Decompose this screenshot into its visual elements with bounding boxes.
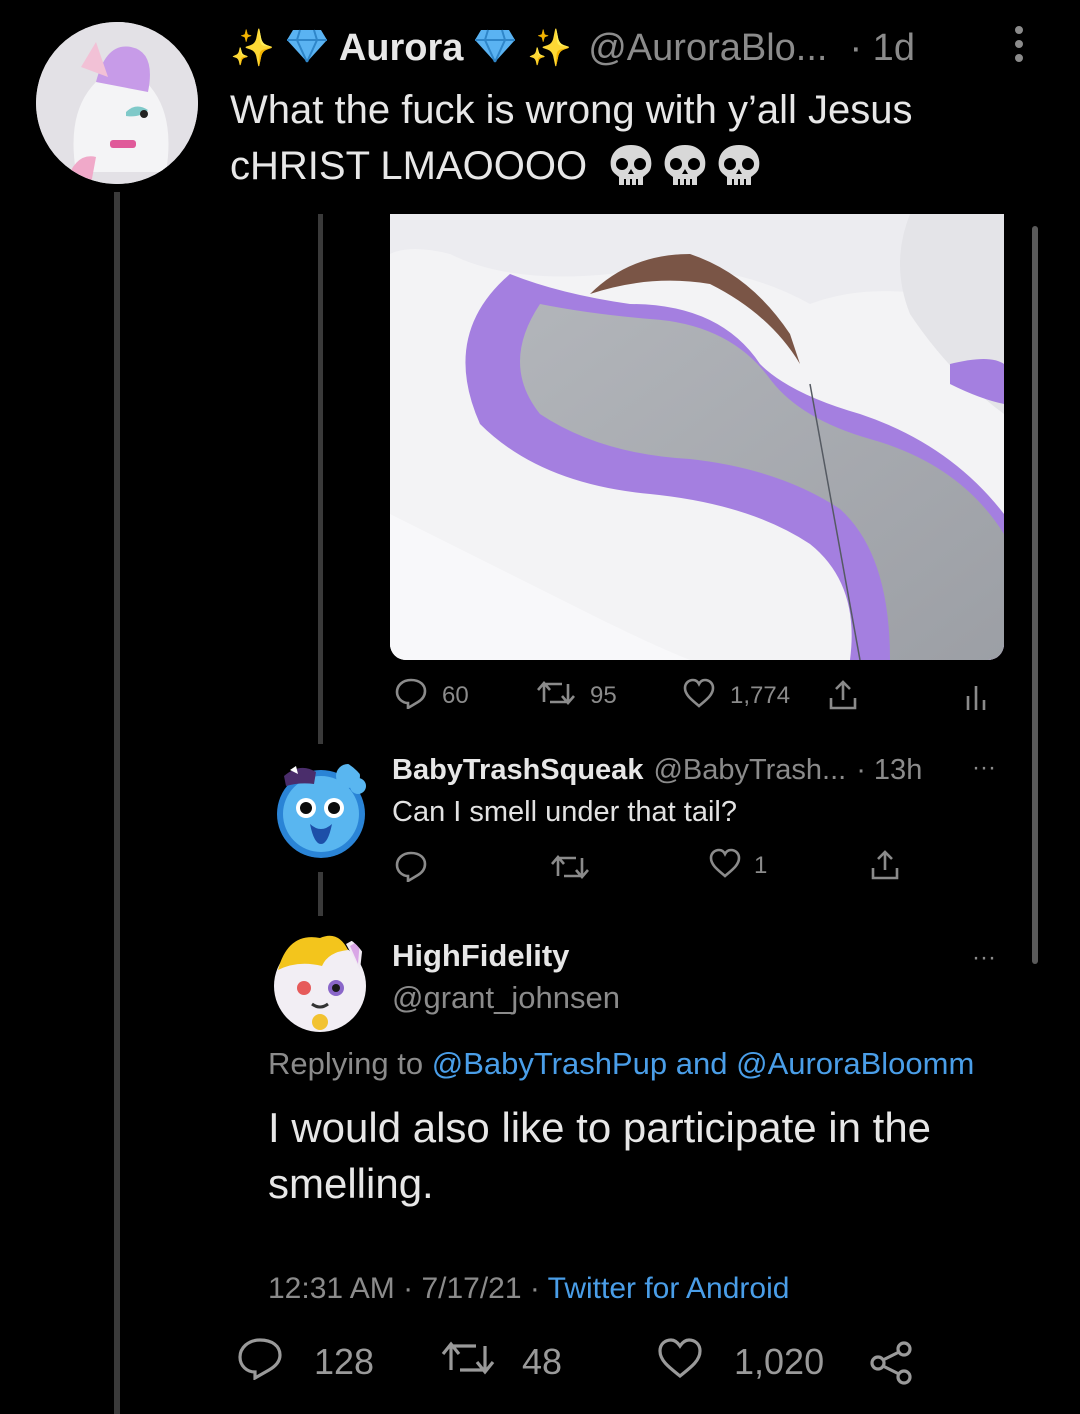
replying-prefix: Replying to [268, 1046, 424, 1081]
main-tweet-header: ✨ Aurora ✨ @AuroraBlo... · 1d [230, 24, 915, 72]
tweet-text-line2: cHRIST LMAOOOO [230, 144, 588, 188]
reply1-like-button[interactable]: 1 [708, 848, 767, 884]
share-icon[interactable] [868, 1340, 916, 1391]
diamond-icon [473, 28, 517, 69]
tweet-client-link[interactable]: Twitter for Android [548, 1272, 790, 1305]
focused-reply-button[interactable]: 128 [236, 1336, 375, 1389]
retweet-button[interactable]: 95 [536, 676, 617, 716]
tweet-time: · 1d [849, 26, 915, 69]
reply1-time: · 13h [856, 753, 923, 786]
thread-line-inner-bottom [318, 872, 323, 916]
share-icon[interactable] [826, 678, 860, 717]
replying-and: and [675, 1046, 728, 1081]
reply1-reply-icon[interactable] [394, 850, 428, 887]
author-handle[interactable]: @AuroraBlo... [588, 27, 827, 70]
tweet-meta: 12:31 AM · 7/17/21 · Twitter for Android [268, 1272, 790, 1305]
reply1-more-button[interactable]: ··· [972, 754, 996, 782]
analytics-icon[interactable] [964, 682, 988, 717]
avatar-highfidelity[interactable] [268, 930, 372, 1034]
tweet-timestamp: 12:31 AM [268, 1272, 395, 1305]
focused-reply-count: 128 [314, 1341, 375, 1382]
reply1-display-name[interactable]: BabyTrashSqueak [392, 754, 643, 787]
thread-line-main [114, 192, 120, 1414]
heart-icon [656, 1337, 704, 1388]
focused-handle[interactable]: @grant_johnsen [392, 980, 620, 1016]
retweet-count: 95 [590, 682, 617, 709]
reply-count: 60 [442, 682, 469, 709]
like-button[interactable]: 1,774 [682, 676, 790, 716]
like-count: 1,774 [730, 682, 791, 709]
reply-button[interactable]: 60 [394, 676, 469, 716]
replying-user-link[interactable]: @BabyTrashPup [432, 1046, 667, 1081]
avatar-aurora[interactable] [36, 22, 198, 184]
retweet-icon [440, 1338, 496, 1387]
thread-line-inner-top [318, 214, 323, 744]
reply1-like-count: 1 [754, 852, 768, 879]
replying-user-link[interactable]: @AuroraBloomm [736, 1046, 974, 1081]
tweet-image[interactable] [390, 214, 1004, 660]
reply1-header: BabyTrashSqueak @BabyTrash... · 13h [392, 752, 922, 788]
reply1-retweet-icon[interactable] [550, 852, 590, 887]
focused-display-name[interactable]: HighFidelity [392, 938, 569, 974]
focused-tweet-text: I would also like to participate in the … [268, 1104, 932, 1207]
heart-icon [708, 848, 742, 885]
author-display-name[interactable]: Aurora [339, 27, 464, 70]
reply-icon [394, 677, 428, 716]
reply1-text: Can I smell under that tail? [392, 796, 737, 828]
sparkle-icon: ✨ [527, 27, 573, 68]
focused-retweet-count: 48 [522, 1341, 563, 1382]
skull-emoji-icon [607, 143, 763, 189]
diamond-icon [285, 28, 329, 69]
sparkle-icon: ✨ [230, 27, 275, 68]
retweet-icon [536, 678, 576, 715]
focused-retweet-button[interactable]: 48 [440, 1338, 562, 1386]
scrollbar[interactable] [1032, 226, 1038, 964]
reply1-share-icon[interactable] [868, 848, 902, 887]
reply-icon [236, 1336, 284, 1389]
reply1-handle[interactable]: @BabyTrash... [653, 754, 846, 787]
focused-more-button[interactable]: ··· [972, 944, 996, 972]
replying-to: Replying to @BabyTrashPup and @AuroraBlo… [268, 1046, 974, 1082]
main-tweet-text: What the fuck is wrong with y’all Jesus … [230, 82, 1050, 194]
tweet-date: 7/17/21 [421, 1272, 522, 1305]
avatar-babytrashsqueak[interactable] [270, 756, 372, 858]
tweet-text-line1: What the fuck is wrong with y’all Jesus [230, 88, 913, 132]
heart-icon [682, 678, 716, 715]
focused-like-count: 1,020 [734, 1341, 825, 1382]
more-options-icon[interactable] [1012, 24, 1026, 64]
focused-like-button[interactable]: 1,020 [656, 1337, 825, 1388]
